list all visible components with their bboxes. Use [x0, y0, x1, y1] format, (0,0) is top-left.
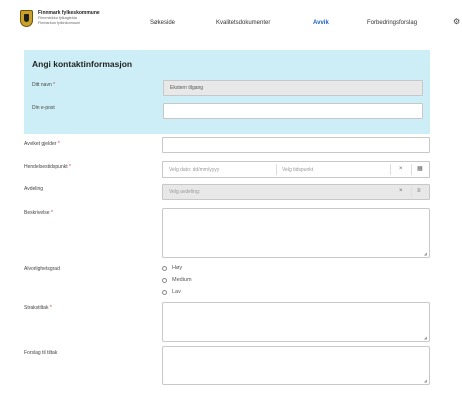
radio-lav[interactable]: Lav [162, 289, 181, 295]
hendelse-label: Hendelsestidspunkt * [24, 164, 71, 170]
strakstiltak-label-text: Strakstiltak [24, 305, 49, 311]
nav-kvalitetsdokumenter[interactable]: Kvalitetsdokumenter [216, 20, 270, 26]
beskrivelse-textarea[interactable]: ◢ [162, 208, 430, 258]
forslag-textarea[interactable]: ◢ [162, 346, 430, 385]
radio-lav-label[interactable]: Lav [172, 289, 181, 295]
alvorlighetsgrad-label: Alvorlighetsgrad [24, 266, 60, 272]
required-marker: * [69, 164, 71, 170]
list-icon[interactable]: ≡ [417, 188, 421, 194]
required-marker: * [50, 210, 53, 216]
date-placeholder[interactable]: Velg dato: dd/mm/yyyy [169, 167, 219, 173]
required-marker: * [49, 305, 52, 311]
beskrivelse-label-text: Beskrivelse [24, 210, 50, 216]
nav-forbedringsforslag[interactable]: Forbedringsforslag [367, 20, 417, 26]
strakstiltak-label: Strakstiltak * [24, 305, 52, 311]
name-label-text: Ditt navn [32, 82, 52, 88]
name-input[interactable]: Ekstern tilgang [163, 80, 423, 96]
datetime-input[interactable]: Velg dato: dd/mm/yyyy Velg tidspunkt × ▦ [162, 161, 430, 178]
required-marker: * [53, 82, 56, 88]
top-navigation-bar: Finnmark fylkeskommune Finnmárkku fylkag… [0, 0, 462, 46]
beskrivelse-label: Beskrivelse * [24, 210, 53, 216]
nav-sokeside[interactable]: Søkeside [150, 20, 175, 26]
radio-medium-label[interactable]: Medium [172, 277, 192, 283]
avdeling-select[interactable]: Velg avdeling: × ≡ [162, 184, 430, 200]
nav-avvik[interactable]: Avvik [313, 20, 329, 26]
forslag-label: Forslag til tiltak [24, 350, 58, 356]
contact-title: Angi kontaktinformasjon [32, 59, 133, 69]
resize-handle-icon[interactable]: ◢ [424, 251, 427, 256]
name-value: Ekstern tilgang [170, 85, 204, 91]
avvik-gjelder-input[interactable] [162, 137, 430, 153]
radio-medium[interactable]: Medium [162, 277, 192, 283]
avvik-gjelder-label: Avviket gjelder * [24, 141, 60, 147]
email-label: Din e-post [32, 105, 55, 111]
divider [276, 164, 277, 175]
email-input[interactable] [163, 103, 423, 119]
clear-date-icon[interactable]: × [399, 166, 403, 172]
radio-hoy-label[interactable]: Høy [172, 265, 182, 271]
divider [390, 164, 391, 175]
radio-circle[interactable] [162, 265, 167, 271]
divider [411, 164, 412, 175]
radio-hoy[interactable]: Høy [162, 265, 182, 271]
org-sub-name-2: Finmarkun fylkinkomuuni [38, 21, 80, 25]
org-logo-text[interactable]: Finnmark fylkeskommune Finnmárkku fylkag… [38, 11, 100, 26]
calendar-icon[interactable]: ▦ [417, 165, 423, 172]
name-label: Ditt navn * [32, 82, 55, 88]
avdeling-label: Avdeling [24, 186, 44, 192]
coat-of-arms-logo[interactable] [20, 10, 33, 27]
hendelse-label-text: Hendelsestidspunkt [24, 164, 68, 170]
avdeling-placeholder: Velg avdeling: [169, 189, 201, 195]
resize-handle-icon[interactable]: ◢ [424, 335, 427, 340]
divider [411, 187, 412, 197]
gear-icon[interactable]: ⚙ [453, 17, 460, 26]
time-placeholder[interactable]: Velg tidspunkt [282, 167, 313, 173]
radio-circle[interactable] [162, 277, 167, 283]
resize-handle-icon[interactable]: ◢ [424, 378, 427, 383]
required-marker: * [57, 141, 60, 147]
strakstiltak-textarea[interactable]: ◢ [162, 302, 430, 342]
avvik-gjelder-label-text: Avviket gjelder [24, 141, 57, 147]
radio-circle[interactable] [162, 289, 167, 295]
clear-avdeling-icon[interactable]: × [399, 188, 403, 194]
